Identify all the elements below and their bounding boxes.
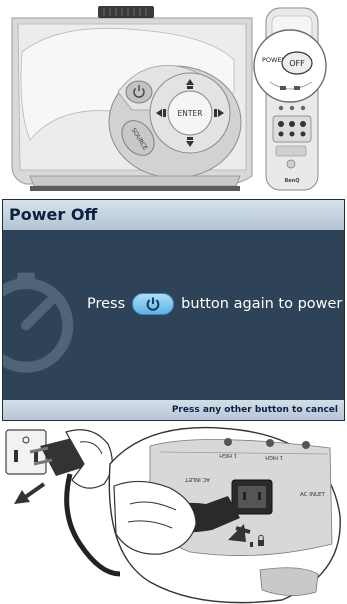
power-icon bbox=[146, 297, 160, 311]
ac-inlet-label-mirrored: AC INLET bbox=[184, 476, 210, 482]
remote-power-magnifier: POWER OFF bbox=[253, 29, 327, 103]
wall-outlet bbox=[5, 429, 47, 475]
message-after: button again to power off. bbox=[181, 296, 344, 312]
message-before: Press bbox=[87, 296, 126, 312]
keystone-down-icon bbox=[187, 137, 193, 140]
remote-off-label: OFF bbox=[289, 59, 305, 68]
ac-inlet-magnifier: 1 HIGH 1 HIGH AC INLET AC INLET bbox=[108, 426, 341, 604]
port-label-left: 1 HIGH bbox=[219, 452, 237, 458]
projector-control-panel-illustration: SOURCE ENTER BenQ POWER OFF bbox=[11, 6, 327, 191]
pull-arrow-icon bbox=[14, 482, 46, 504]
power-off-dialog: Power Off Press button again to power of… bbox=[2, 199, 345, 421]
remote-brand-label: BenQ bbox=[284, 178, 299, 184]
port-label-right: 1 HIGH bbox=[265, 454, 283, 460]
unplug-power-cord-illustration: 1 HIGH 1 HIGH AC INLET AC INLET bbox=[5, 426, 341, 604]
keystone-left-icon bbox=[163, 109, 166, 117]
dialog-message: Press button again to power off. bbox=[87, 292, 344, 316]
timer-icon bbox=[3, 272, 74, 373]
keystone-right-icon bbox=[214, 109, 217, 117]
ac-inlet-label: AC INLET bbox=[300, 492, 326, 498]
keystone-up-icon bbox=[187, 86, 193, 89]
dialog-title: Power Off bbox=[3, 200, 344, 230]
projector-power-button bbox=[125, 80, 153, 104]
enter-label: ENTER bbox=[178, 109, 203, 118]
dialog-footer: Press any other button to cancel bbox=[3, 400, 344, 420]
power-button-indicator bbox=[132, 293, 175, 315]
dialog-body: Press button again to power off. bbox=[3, 230, 344, 402]
